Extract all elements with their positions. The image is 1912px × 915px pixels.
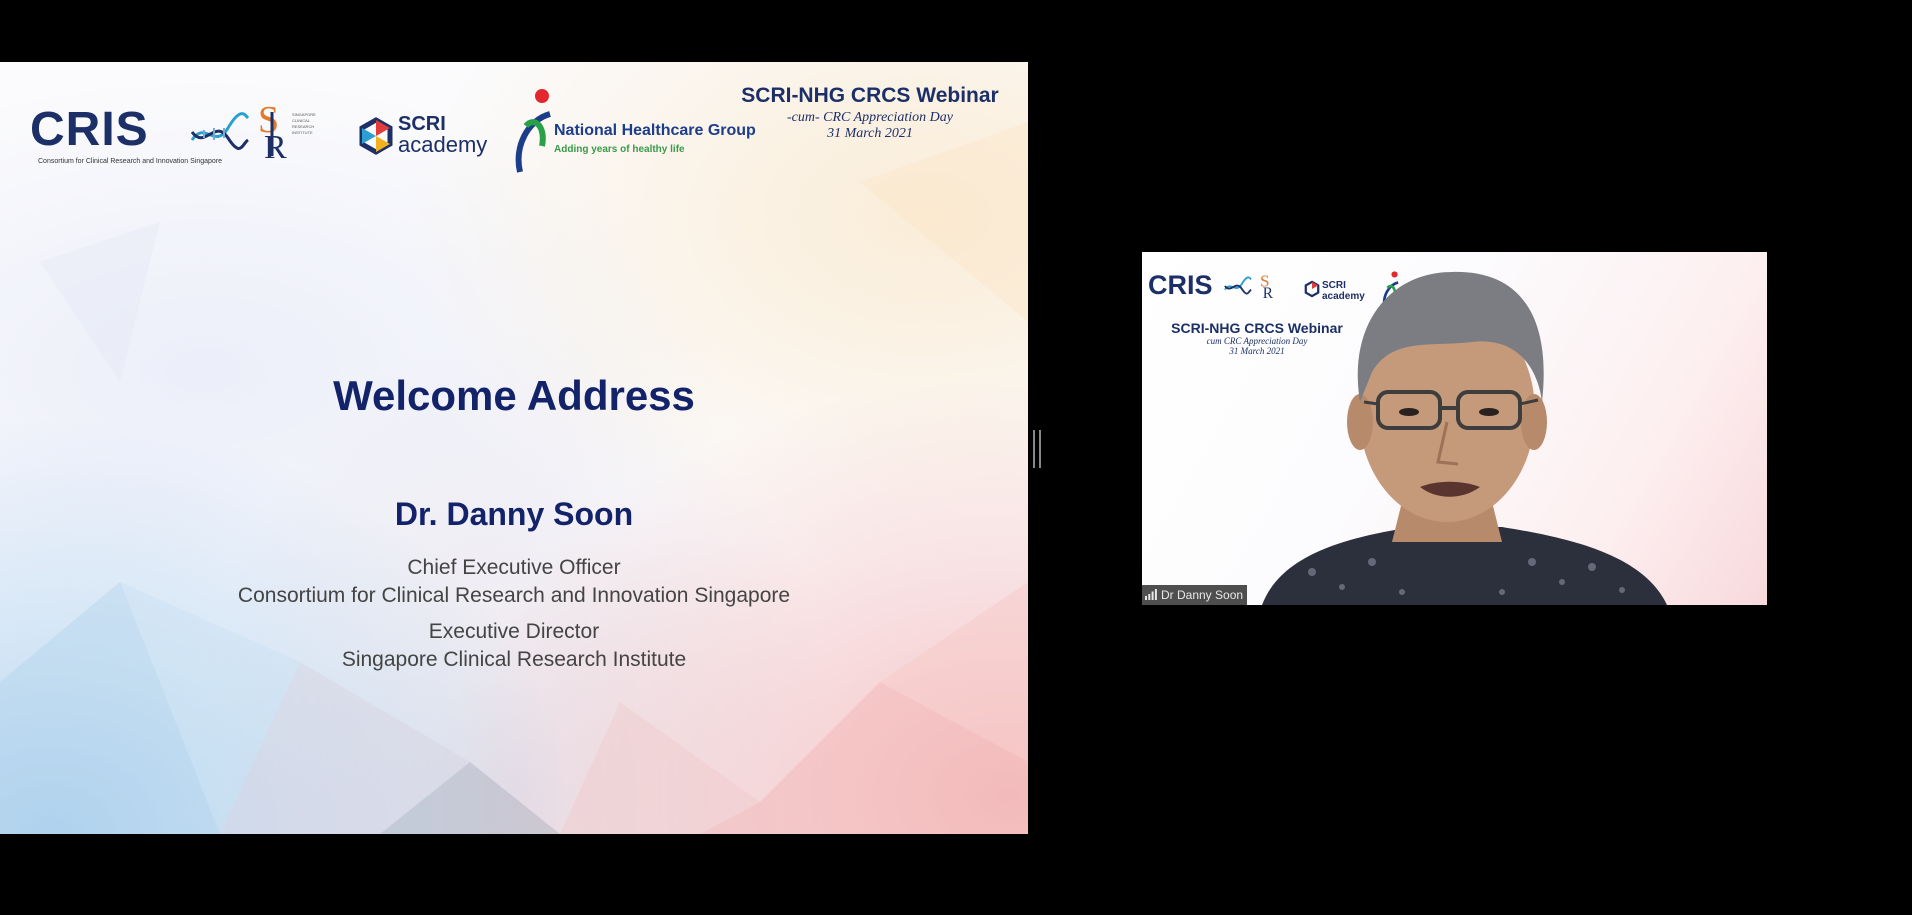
- svg-text:R: R: [264, 129, 287, 162]
- cris-logo: CRIS Consortium for Clinical Research an…: [30, 103, 250, 176]
- cris-logo-text: CRIS: [30, 103, 149, 156]
- nhg-logo: National Healthcare Group Adding years o…: [512, 86, 756, 186]
- participant-video-tile[interactable]: CRIS S R SCRI academy SCRI-NHG CRCS Webi…: [1142, 252, 1767, 605]
- participant-video-feed: [1262, 271, 1667, 605]
- webinar-info: SCRI-NHG CRCS Webinar -cum- CRC Apprecia…: [730, 84, 1010, 142]
- participant-name: Dr Danny Soon: [1161, 588, 1244, 602]
- scri-logo: S R SINGAPORE CLINICAL RESEARCH INSTITUT…: [258, 99, 338, 170]
- speaker-role-2: Executive Director: [428, 620, 600, 643]
- speaker-role-1: Chief Executive Officer: [407, 556, 621, 579]
- svg-text:RESEARCH: RESEARCH: [292, 124, 314, 129]
- webinar-subtitle: -cum- CRC Appreciation Day: [786, 110, 954, 125]
- signal-bars-icon: [1145, 589, 1157, 601]
- academy-logo-line2: academy: [398, 132, 488, 157]
- speaker-org-2: Singapore Clinical Research Institute: [341, 648, 687, 671]
- dna-wave-icon: [190, 112, 250, 150]
- webinar-title: SCRI-NHG CRCS Webinar: [741, 84, 999, 107]
- speaker-org-1: Consortium for Clinical Research and Inn…: [237, 584, 791, 607]
- webinar-date: 31 March 2021: [827, 126, 913, 141]
- person-figure-icon: [515, 89, 552, 173]
- academy-mark-icon: [359, 117, 393, 155]
- cris-logo-subtitle: Consortium for Clinical Research and Inn…: [38, 158, 223, 165]
- nhg-logo-tagline: Adding years of healthy life: [554, 144, 685, 155]
- svg-text:CLINICAL: CLINICAL: [292, 118, 311, 123]
- shared-slide: CRIS Consortium for Clinical Research an…: [0, 62, 1028, 834]
- split-view-resize-handle[interactable]: [1033, 430, 1041, 468]
- svg-text:SINGAPORE: SINGAPORE: [292, 112, 316, 117]
- participant-name-tag: Dr Danny Soon: [1142, 585, 1248, 605]
- academy-logo-line1: SCRI: [398, 113, 446, 135]
- svg-text:INSTITUTE: INSTITUTE: [292, 130, 313, 135]
- nhg-logo-name: National Healthcare Group: [554, 122, 756, 139]
- slide-title: Welcome Address: [333, 372, 695, 419]
- scri-mark-icon: S R SINGAPORE CLINICAL RESEARCH INSTITUT…: [258, 99, 316, 166]
- scri-academy-logo: SCRI academy: [358, 113, 498, 166]
- speaker-name: Dr. Danny Soon: [394, 496, 634, 532]
